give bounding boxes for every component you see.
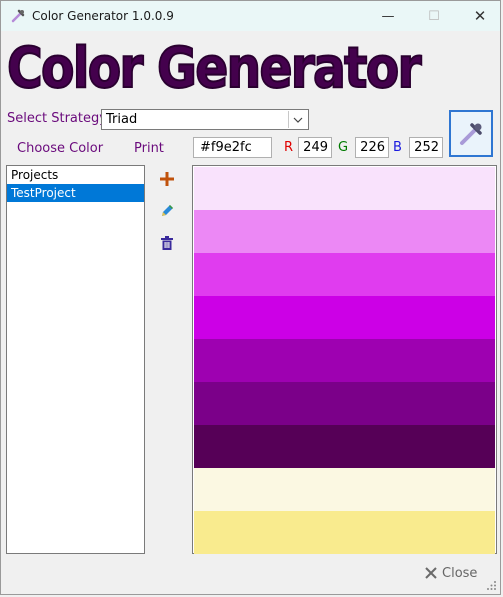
resize-grip-icon[interactable] bbox=[487, 581, 497, 591]
color-picker-button[interactable] bbox=[449, 110, 493, 157]
color-swatch[interactable] bbox=[194, 296, 495, 339]
strategy-label: Select Strategy bbox=[7, 111, 107, 126]
strategy-select[interactable]: Triad bbox=[101, 109, 309, 130]
close-button-label: Close bbox=[442, 565, 478, 581]
color-swatch[interactable] bbox=[194, 210, 495, 253]
app-window: Color Generator 1.0.0.9 — ☐ ✕ Color Gene… bbox=[0, 0, 501, 595]
eyedropper-icon bbox=[11, 9, 25, 23]
project-list[interactable]: Projects TestProject bbox=[6, 165, 145, 554]
blue-input[interactable]: 252 bbox=[409, 137, 443, 158]
pencil-icon bbox=[162, 205, 173, 216]
color-swatch[interactable] bbox=[194, 382, 495, 425]
color-swatch[interactable] bbox=[194, 253, 495, 296]
hex-input[interactable]: #f9e2fc bbox=[193, 137, 272, 158]
eyedropper-icon bbox=[460, 122, 482, 145]
color-swatch[interactable] bbox=[194, 425, 495, 468]
print-link[interactable]: Print bbox=[134, 141, 164, 156]
choose-color-link[interactable]: Choose Color bbox=[17, 141, 103, 156]
color-swatch[interactable] bbox=[194, 511, 495, 554]
add-project-button[interactable] bbox=[156, 168, 178, 190]
edit-project-button[interactable] bbox=[156, 200, 178, 222]
maximize-button[interactable]: ☐ bbox=[411, 1, 457, 31]
red-input[interactable]: 249 bbox=[298, 137, 332, 158]
blue-label: B bbox=[393, 140, 402, 155]
color-swatch[interactable] bbox=[194, 167, 495, 210]
chevron-down-icon[interactable] bbox=[288, 111, 307, 128]
green-input[interactable]: 226 bbox=[355, 137, 389, 158]
minimize-button[interactable]: — bbox=[365, 1, 411, 31]
green-label: G bbox=[338, 140, 349, 155]
title-bar[interactable]: Color Generator 1.0.0.9 — ☐ ✕ bbox=[1, 1, 500, 31]
app-title: Color Generator bbox=[6, 36, 422, 102]
close-icon bbox=[425, 567, 437, 579]
close-button[interactable]: Close bbox=[424, 563, 477, 583]
list-item[interactable]: TestProject bbox=[7, 184, 144, 202]
color-palette bbox=[192, 165, 497, 554]
strategy-selected-value: Triad bbox=[106, 112, 138, 127]
maximize-icon: ☐ bbox=[428, 8, 440, 24]
red-label: R bbox=[284, 140, 294, 155]
plus-icon bbox=[160, 172, 174, 186]
minimize-icon: — bbox=[381, 8, 395, 24]
color-swatch[interactable] bbox=[194, 339, 495, 382]
window-close-button[interactable]: ✕ bbox=[457, 1, 503, 31]
close-icon: ✕ bbox=[473, 7, 487, 25]
list-item[interactable]: Projects bbox=[7, 166, 144, 184]
color-swatch[interactable] bbox=[194, 468, 495, 511]
window-title: Color Generator 1.0.0.9 bbox=[32, 9, 174, 23]
trash-icon bbox=[161, 236, 173, 250]
delete-project-button[interactable] bbox=[156, 232, 178, 254]
